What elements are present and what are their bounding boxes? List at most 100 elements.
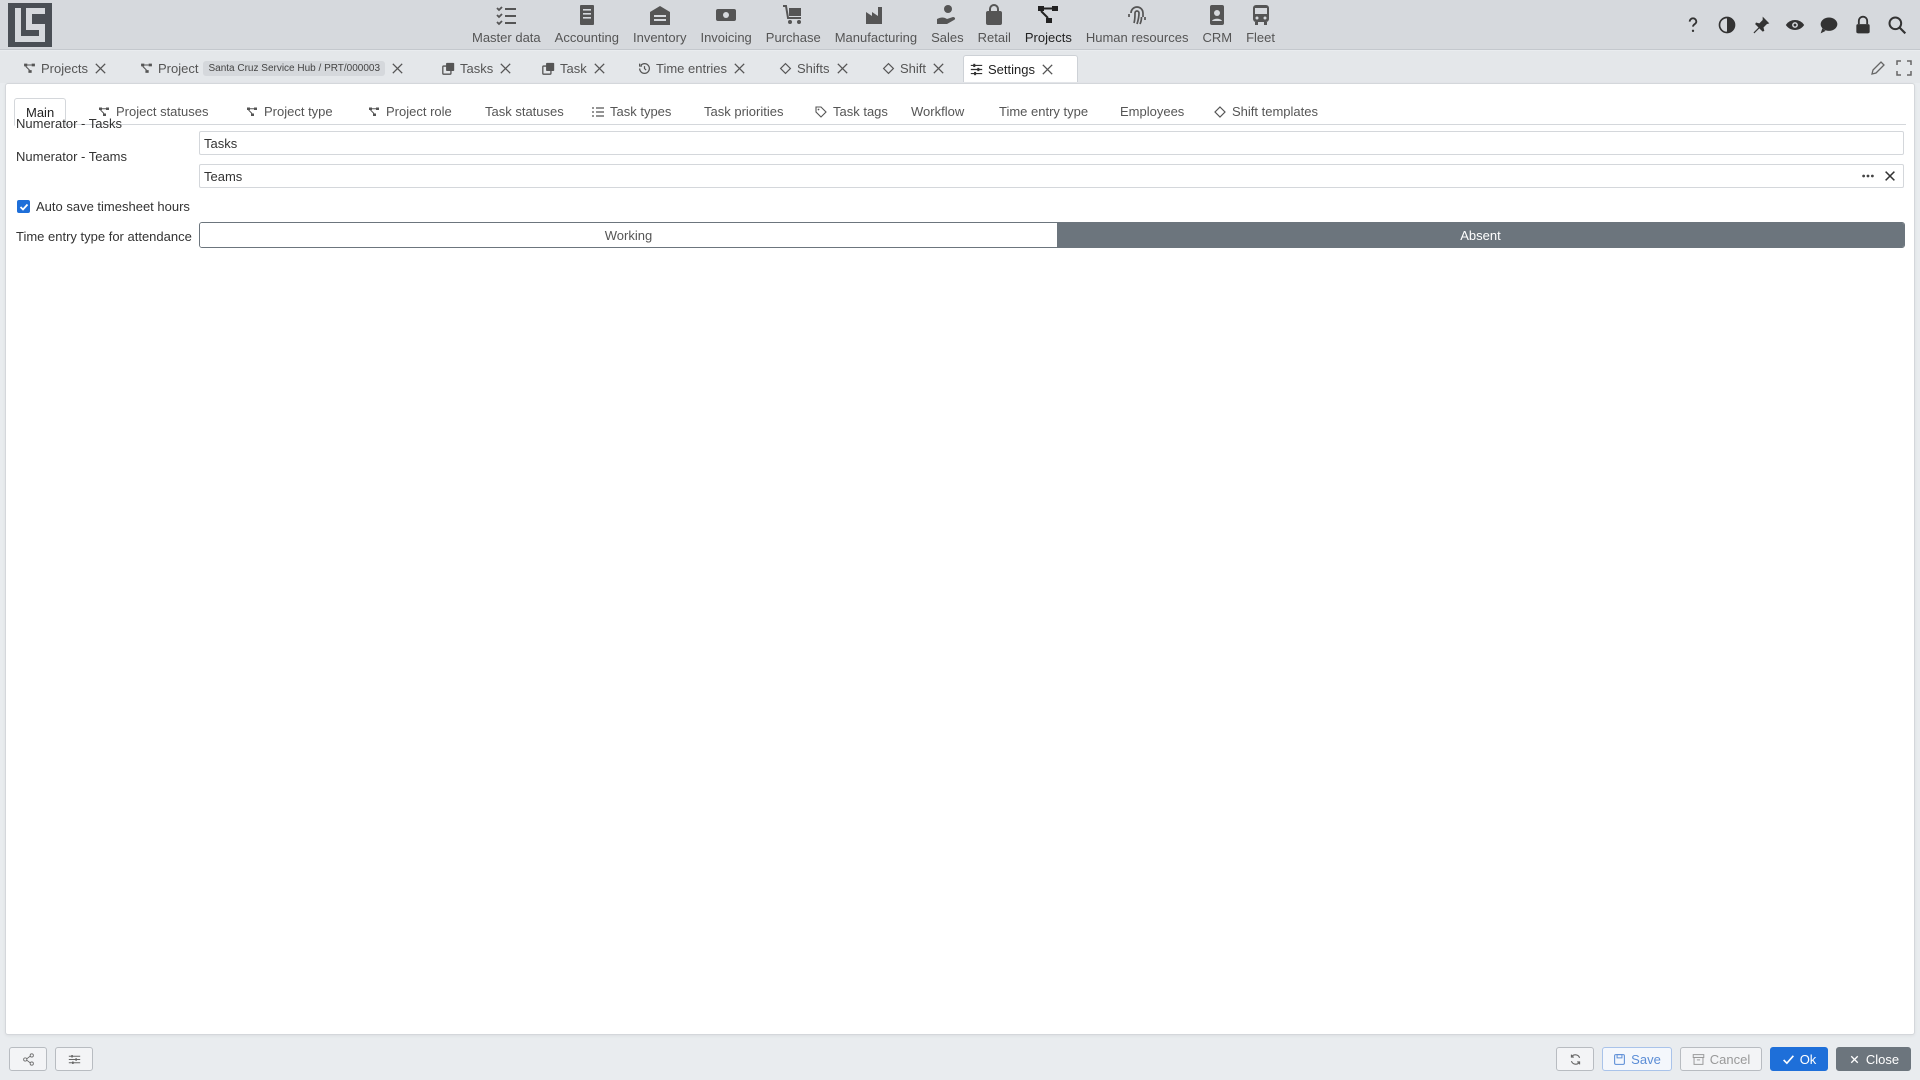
ok-button[interactable]: Ok [1770,1047,1828,1071]
doc-tab-project[interactable]: Project Santa Cruz Service Hub / PRT/000… [134,55,411,82]
subtab-time-entry-type[interactable]: Time entry type [988,98,1099,125]
module-label: Projects [1024,30,1072,45]
close-icon[interactable] [835,61,850,76]
doc-tab-label: Shift [900,61,927,76]
subtab-task-tags[interactable]: Task tags [804,98,899,125]
attendance-segmented-control: Working Absent [199,222,1905,248]
close-icon[interactable] [390,61,405,76]
doc-tab-task[interactable]: Task [536,55,613,82]
module-human-resources[interactable]: Human resources [1079,0,1196,50]
attendance-option-absent[interactable]: Absent [1057,223,1904,247]
app-logo[interactable] [8,3,52,47]
save-button[interactable]: Save [1602,1047,1672,1071]
module-sales[interactable]: Sales [924,0,971,50]
module-manufacturing[interactable]: Manufacturing [828,0,924,50]
doc-tab-shift[interactable]: Shift [876,55,952,82]
module-inventory[interactable]: Inventory [626,0,693,50]
module-label: Fleet [1246,30,1275,45]
module-fleet[interactable]: Fleet [1239,0,1282,50]
close-icon[interactable] [592,61,607,76]
module-label: Accounting [554,30,619,45]
doc-tab-time-entries[interactable]: Time entries [632,55,753,82]
refresh-icon [1570,1053,1580,1065]
numerator-teams-field[interactable]: Teams [199,164,1904,188]
subtab-project-role[interactable]: Project role [357,98,463,125]
doc-tab-tasks[interactable]: Tasks [436,55,519,82]
module-retail[interactable]: Retail [971,0,1018,50]
list-icon [592,106,604,117]
module-projects[interactable]: Projects [1018,0,1079,50]
project-diagram-icon [369,107,379,116]
close-icon [1850,1055,1859,1063]
doc-tab-label: Task [560,61,587,76]
module-accounting[interactable]: Accounting [548,0,626,50]
subtab-label: Workflow [911,104,965,119]
subtab-workflow[interactable]: Workflow [900,98,975,125]
subtab-label: Task tags [833,104,888,119]
auto-save-timesheet-checkbox[interactable] [17,200,30,213]
checkmark-icon [19,203,28,211]
cancel-label: Cancel [1709,1051,1751,1067]
theme-toggle-button[interactable] [1710,12,1744,38]
history-icon [639,63,650,74]
close-button[interactable]: Close [1836,1047,1911,1071]
doc-tab-label: Shifts [797,61,830,76]
close-icon[interactable] [931,61,946,76]
subtab-employees[interactable]: Employees [1109,98,1195,125]
subtab-shift-templates[interactable]: Shift templates [1203,98,1329,125]
cart-icon [783,5,802,24]
chat-button[interactable] [1812,12,1846,38]
subtab-label: Shift templates [1232,104,1318,119]
fullscreen-icon[interactable] [1896,60,1912,76]
attendance-option-working[interactable]: Working [200,223,1057,247]
doc-tab-shifts[interactable]: Shifts [773,55,856,82]
lock-button[interactable] [1846,12,1880,38]
help-icon [1688,17,1698,32]
module-invoicing[interactable]: Invoicing [693,0,758,50]
module-master-data[interactable]: Master data [465,0,548,50]
clear-icon[interactable] [1883,169,1897,183]
close-icon[interactable] [93,61,108,76]
cancel-button[interactable]: Cancel [1680,1047,1762,1071]
module-crm[interactable]: CRM [1195,0,1239,50]
settings-tools-button[interactable] [55,1047,93,1071]
more-options-icon[interactable] [1861,169,1875,183]
diamond-icon [779,62,792,75]
subtab-label: Employees [1120,104,1185,119]
module-label: Master data [472,30,541,45]
edit-icon[interactable] [1870,60,1886,76]
subtab-project-type[interactable]: Project type [235,98,344,125]
numerator-teams-row: Numerator - Teams [16,144,199,168]
doc-tab-label: Time entries [656,61,728,76]
refresh-button[interactable] [1556,1047,1594,1071]
module-purchase[interactable]: Purchase [759,0,828,50]
numerator-tasks-label: Numerator - Tasks [16,115,122,131]
close-icon[interactable] [498,61,513,76]
module-label: Sales [931,30,964,45]
help-button[interactable] [1676,12,1710,38]
module-menu: Master data Accounting Inventory Invoici… [465,0,1282,50]
global-search-button[interactable] [1880,12,1914,38]
close-icon[interactable] [732,61,747,76]
doc-tab-label: Project [158,61,199,76]
pin-button[interactable] [1744,12,1778,38]
project-diagram-icon [141,63,152,73]
subtab-task-priorities[interactable]: Task priorities [693,98,794,125]
subtab-task-types[interactable]: Task types [581,98,682,125]
subtab-task-statuses[interactable]: Task statuses [474,98,575,125]
close-icon[interactable] [1040,62,1055,77]
contact-book-icon [1210,5,1225,25]
top-navigation-bar: Master data Accounting Inventory Invoici… [0,0,1920,50]
view-button[interactable] [1778,12,1812,38]
module-label: Retail [977,30,1011,45]
numerator-teams-value: Teams [204,168,243,184]
doc-tab-settings[interactable]: Settings [963,55,1078,82]
share-button[interactable] [9,1047,47,1071]
doc-tab-label: Settings [988,61,1035,77]
copy-icon [542,62,555,75]
sliders-icon [970,63,983,75]
doc-tab-projects[interactable]: Projects [17,55,114,82]
numerator-tasks-field[interactable] [199,131,1904,155]
auto-save-timesheet-row: Auto save timesheet hours [17,199,190,214]
fingerprint-icon [1128,6,1146,25]
